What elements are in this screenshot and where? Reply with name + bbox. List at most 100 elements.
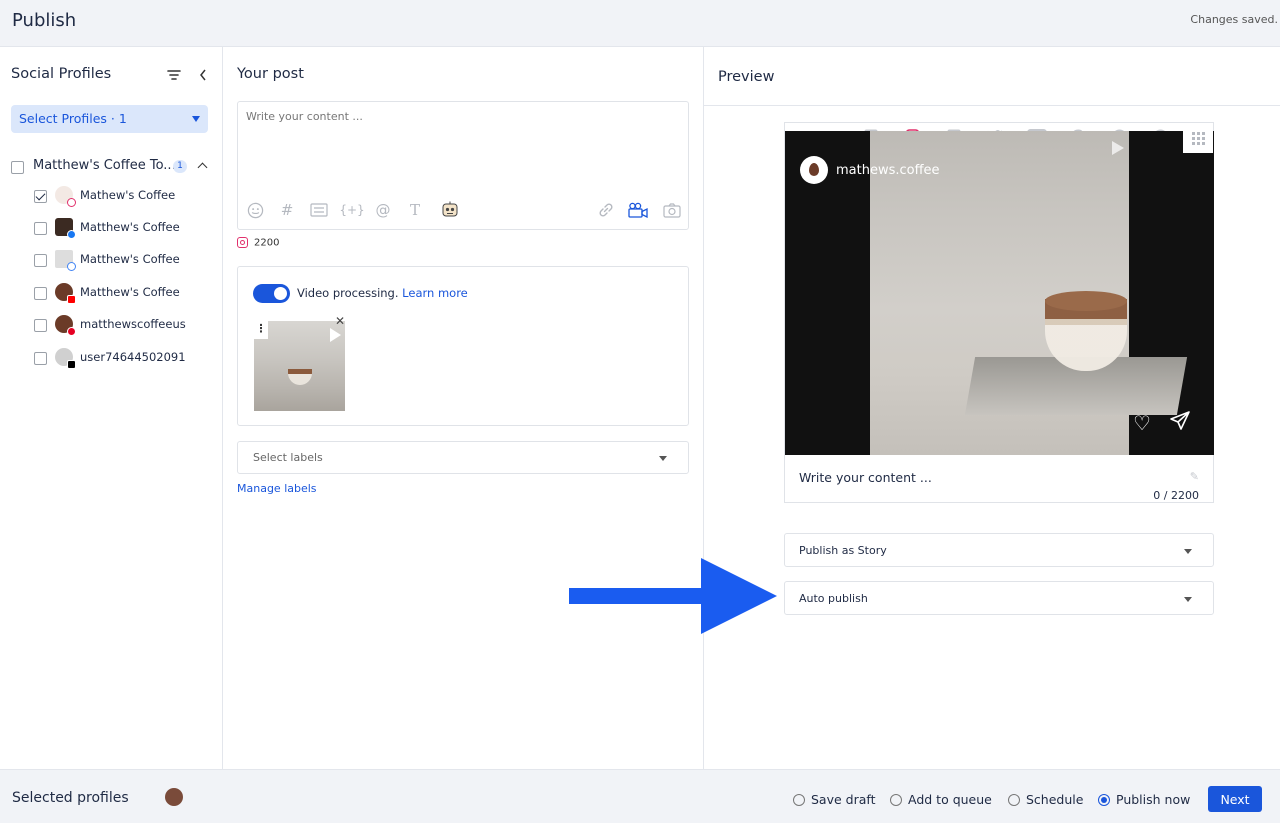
avatar[interactable] [165, 788, 183, 806]
play-icon [330, 328, 341, 342]
facebook-icon [67, 230, 76, 239]
profile-checkbox[interactable] [34, 352, 47, 365]
pinterest-icon [67, 327, 76, 336]
preview-video[interactable]: mathews.coffee ♡ [785, 131, 1214, 455]
media-box: Video processing. Learn more ⋮ ✕ [237, 266, 689, 426]
schedule-radio[interactable]: Schedule [1008, 792, 1083, 807]
mention-icon[interactable]: @ [373, 200, 393, 220]
play-icon[interactable] [1112, 141, 1124, 155]
callout-arrow-head [701, 558, 777, 634]
filter-icon[interactable] [166, 68, 182, 82]
chevron-down-icon [1184, 549, 1192, 554]
camera-icon[interactable] [660, 200, 684, 220]
page-title: Publish [12, 10, 77, 31]
next-button[interactable]: Next [1208, 786, 1262, 812]
text-format-icon[interactable]: T [405, 200, 425, 220]
labels-select[interactable]: Select labels [237, 441, 689, 474]
radio-label: Schedule [1026, 792, 1084, 807]
chevron-up-icon[interactable] [197, 162, 208, 173]
instagram-char-limit: 2200 [237, 237, 279, 249]
avatar [55, 218, 76, 239]
profile-row[interactable]: user74644502091 [34, 348, 214, 370]
social-profiles-title: Social Profiles [11, 66, 112, 82]
publish-now-radio[interactable]: Publish now [1098, 792, 1190, 807]
ai-assistant-icon[interactable] [439, 200, 461, 220]
social-profiles-panel: Social Profiles Select Profiles · 1 Matt… [0, 47, 223, 769]
video-camera-icon[interactable] [627, 200, 649, 220]
avatar [55, 315, 76, 336]
profile-name: matthewscoffeeus [80, 317, 186, 331]
instagram-preview-card: mathews.coffee ♡ Write your content ... … [784, 122, 1214, 503]
add-to-queue-radio[interactable]: Add to queue [890, 792, 992, 807]
video-thumbnail[interactable]: ⋮ [254, 321, 345, 411]
post-content-input[interactable] [239, 103, 687, 193]
youtube-icon [67, 295, 76, 304]
group-checkbox[interactable] [11, 161, 24, 174]
more-options-icon[interactable]: ⋮ [254, 321, 268, 339]
grid-view-icon[interactable] [1183, 123, 1213, 153]
snippet-icon[interactable] [308, 200, 330, 220]
header-bar: Publish Changes saved. [0, 0, 1280, 47]
profile-row[interactable]: Matthew's Coffee [34, 218, 214, 240]
profile-name: user74644502091 [80, 350, 186, 364]
preview-panel: Preview mathews.coffee ♡ Write your cont… [704, 47, 1280, 769]
publish-mode-value: Auto publish [799, 592, 868, 605]
profile-group[interactable]: Matthew's Coffee To... 1 [11, 158, 216, 176]
link-icon[interactable] [595, 200, 617, 220]
variables-icon[interactable]: {+} [339, 200, 364, 220]
preview-char-count: 0 / 2200 [1153, 489, 1199, 502]
remove-media-icon[interactable]: ✕ [335, 314, 345, 328]
profile-row[interactable]: Mathew's Coffee [34, 186, 214, 208]
radio-indicator [793, 793, 805, 806]
radio-indicator [1098, 793, 1110, 806]
preview-image-foam [1045, 291, 1127, 311]
edit-pencil-icon[interactable]: ✎ [1190, 470, 1199, 483]
profile-name: Matthew's Coffee [80, 285, 180, 299]
radio-indicator [890, 793, 902, 806]
labels-placeholder: Select labels [253, 451, 323, 464]
profile-checkbox[interactable] [34, 222, 47, 235]
emoji-icon[interactable] [245, 200, 265, 220]
profile-name: Mathew's Coffee [80, 188, 176, 202]
profile-checkbox[interactable] [34, 319, 47, 332]
group-label: Matthew's Coffee To... [33, 158, 176, 173]
callout-arrow-shaft [569, 588, 704, 604]
radio-label: Publish now [1116, 792, 1191, 807]
profile-row[interactable]: Matthew's Coffee [34, 250, 214, 272]
collapse-panel-icon[interactable] [196, 68, 210, 82]
profile-row[interactable]: matthewscoffeeus [34, 315, 214, 337]
tiktok-icon [67, 360, 76, 369]
heart-icon[interactable]: ♡ [1133, 411, 1151, 435]
preview-account-bar: mathews.coffee [800, 156, 940, 184]
profile-checkbox[interactable] [34, 190, 47, 203]
profile-name: Matthew's Coffee [80, 220, 180, 234]
account-logo [800, 156, 828, 184]
publish-as-select[interactable]: Publish as Story [784, 533, 1214, 567]
selected-profiles-label: Selected profiles [12, 790, 129, 806]
chevron-down-icon [659, 456, 667, 461]
your-post-title: Your post [237, 66, 304, 82]
save-status: Changes saved. [1190, 13, 1278, 26]
avatar [55, 250, 76, 271]
select-profiles-dropdown[interactable]: Select Profiles · 1 [11, 105, 208, 133]
thumbnail-image [288, 369, 312, 385]
account-handle: mathews.coffee [836, 162, 940, 178]
chevron-down-icon [1184, 597, 1192, 602]
save-draft-radio[interactable]: Save draft [793, 792, 875, 807]
manage-labels-link[interactable]: Manage labels [237, 482, 317, 495]
send-icon[interactable] [1169, 410, 1191, 432]
video-processing-toggle[interactable] [253, 284, 290, 303]
profile-row[interactable]: Matthew's Coffee [34, 283, 214, 305]
profile-checkbox[interactable] [34, 254, 47, 267]
profile-checkbox[interactable] [34, 287, 47, 300]
avatar [55, 186, 76, 207]
footer-bar: Selected profiles Save draft Add to queu… [0, 769, 1280, 823]
learn-more-link[interactable]: Learn more [402, 286, 468, 300]
publish-mode-select[interactable]: Auto publish [784, 581, 1214, 615]
instagram-icon [67, 198, 76, 207]
post-editor: # {+} @ T [237, 101, 689, 230]
hashtag-icon[interactable]: # [277, 200, 297, 220]
char-limit-value: 2200 [254, 237, 280, 249]
radio-label: Save draft [811, 792, 876, 807]
avatar [55, 348, 76, 369]
